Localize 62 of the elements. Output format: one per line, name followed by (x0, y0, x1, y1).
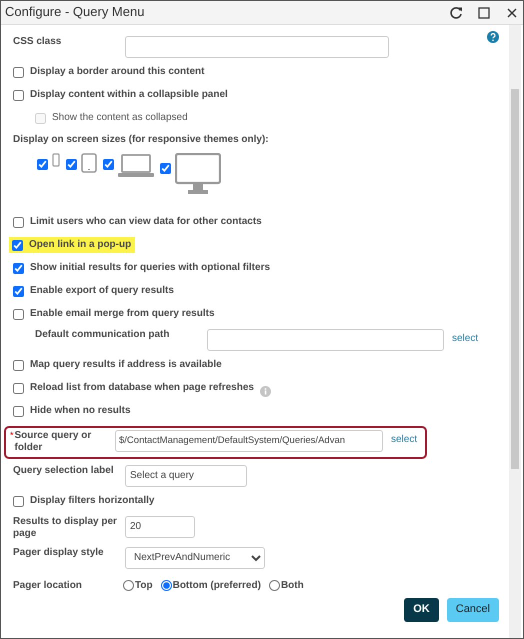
field-label: Default communication path (35, 328, 170, 341)
checkbox-label: Display content within a collapsible panel (30, 89, 228, 102)
cancel-button[interactable]: Cancel (446, 598, 499, 622)
field-label: Pager location (13, 580, 82, 590)
checkbox[interactable] (103, 158, 114, 170)
checkbox[interactable] (13, 67, 24, 78)
checkbox[interactable] (12, 240, 23, 250)
radio-button[interactable] (160, 580, 172, 592)
radio-button[interactable] (123, 580, 134, 592)
select-link[interactable]: select (391, 434, 418, 446)
select-link[interactable]: select (452, 332, 478, 345)
phone-icon (52, 152, 60, 166)
checkbox[interactable] (13, 382, 24, 394)
refresh-icon[interactable] (449, 6, 463, 20)
help-icon[interactable] (487, 31, 499, 43)
radio-button[interactable] (268, 580, 280, 592)
checkbox-label: Display a border around this content (30, 66, 204, 79)
field-label: Results to display per page (13, 516, 118, 540)
checkbox-label: Enable export of query results (30, 284, 174, 298)
text-field[interactable] (207, 328, 444, 350)
checkbox-label: Reload list from database when page refreshes (30, 382, 254, 394)
checkbox[interactable] (160, 162, 171, 174)
field-label: Pager display style (13, 546, 104, 559)
section-label: Display on screen sizes (for responsive themes only): (13, 134, 270, 146)
checkbox[interactable] (13, 216, 24, 228)
text-field[interactable]: Select a query (125, 464, 247, 486)
field-label: Query selection label (13, 464, 114, 477)
field-label: Source query or folder (14, 430, 92, 454)
field-label: CSS class (13, 36, 62, 48)
radio-label: Both (280, 580, 304, 592)
laptop-icon (118, 152, 154, 176)
checkbox[interactable] (13, 286, 24, 296)
checkbox-label: Limit users who can view data for other contacts (30, 216, 262, 228)
checkbox[interactable] (13, 308, 24, 320)
checkbox-label: Hide when no results (30, 404, 131, 418)
text-field[interactable]: $/ContactManagement/DefaultSystem/Queries/Advan (115, 430, 383, 452)
checkbox[interactable] (66, 158, 77, 170)
checkbox-label: Open link in a pop-up (29, 238, 132, 252)
checkbox-label: Show the content as collapsed (52, 112, 188, 125)
checkbox[interactable] (13, 496, 24, 506)
window-title: Configure - Query Menu (5, 4, 146, 21)
text-field[interactable] (125, 36, 389, 58)
required-mark: * (10, 430, 14, 442)
checkbox-label: Map query results if address is available (30, 358, 222, 372)
checkbox[interactable] (13, 360, 24, 370)
checkbox[interactable] (13, 262, 24, 274)
radio-label: Bottom (preferred) (172, 580, 261, 592)
ok-button[interactable]: OK (404, 598, 439, 622)
checkbox[interactable] (37, 158, 48, 170)
radio-label: Top (135, 580, 153, 592)
checkbox[interactable] (13, 90, 24, 101)
maximize-icon[interactable] (477, 6, 491, 20)
monitor-icon (175, 152, 221, 194)
close-icon[interactable] (505, 6, 519, 20)
checkbox[interactable] (13, 406, 24, 416)
tablet-icon (81, 152, 97, 172)
checkbox-label: Show initial results for queries with optional filters (30, 262, 270, 274)
checkbox-label: Display filters horizontally (30, 494, 154, 508)
scrollbar[interactable] (509, 25, 521, 638)
dropdown[interactable]: NextPrevAndNumeric (125, 546, 265, 568)
checkbox-label: Enable email merge from query results (30, 308, 215, 320)
text-field[interactable]: 20 (125, 516, 195, 538)
